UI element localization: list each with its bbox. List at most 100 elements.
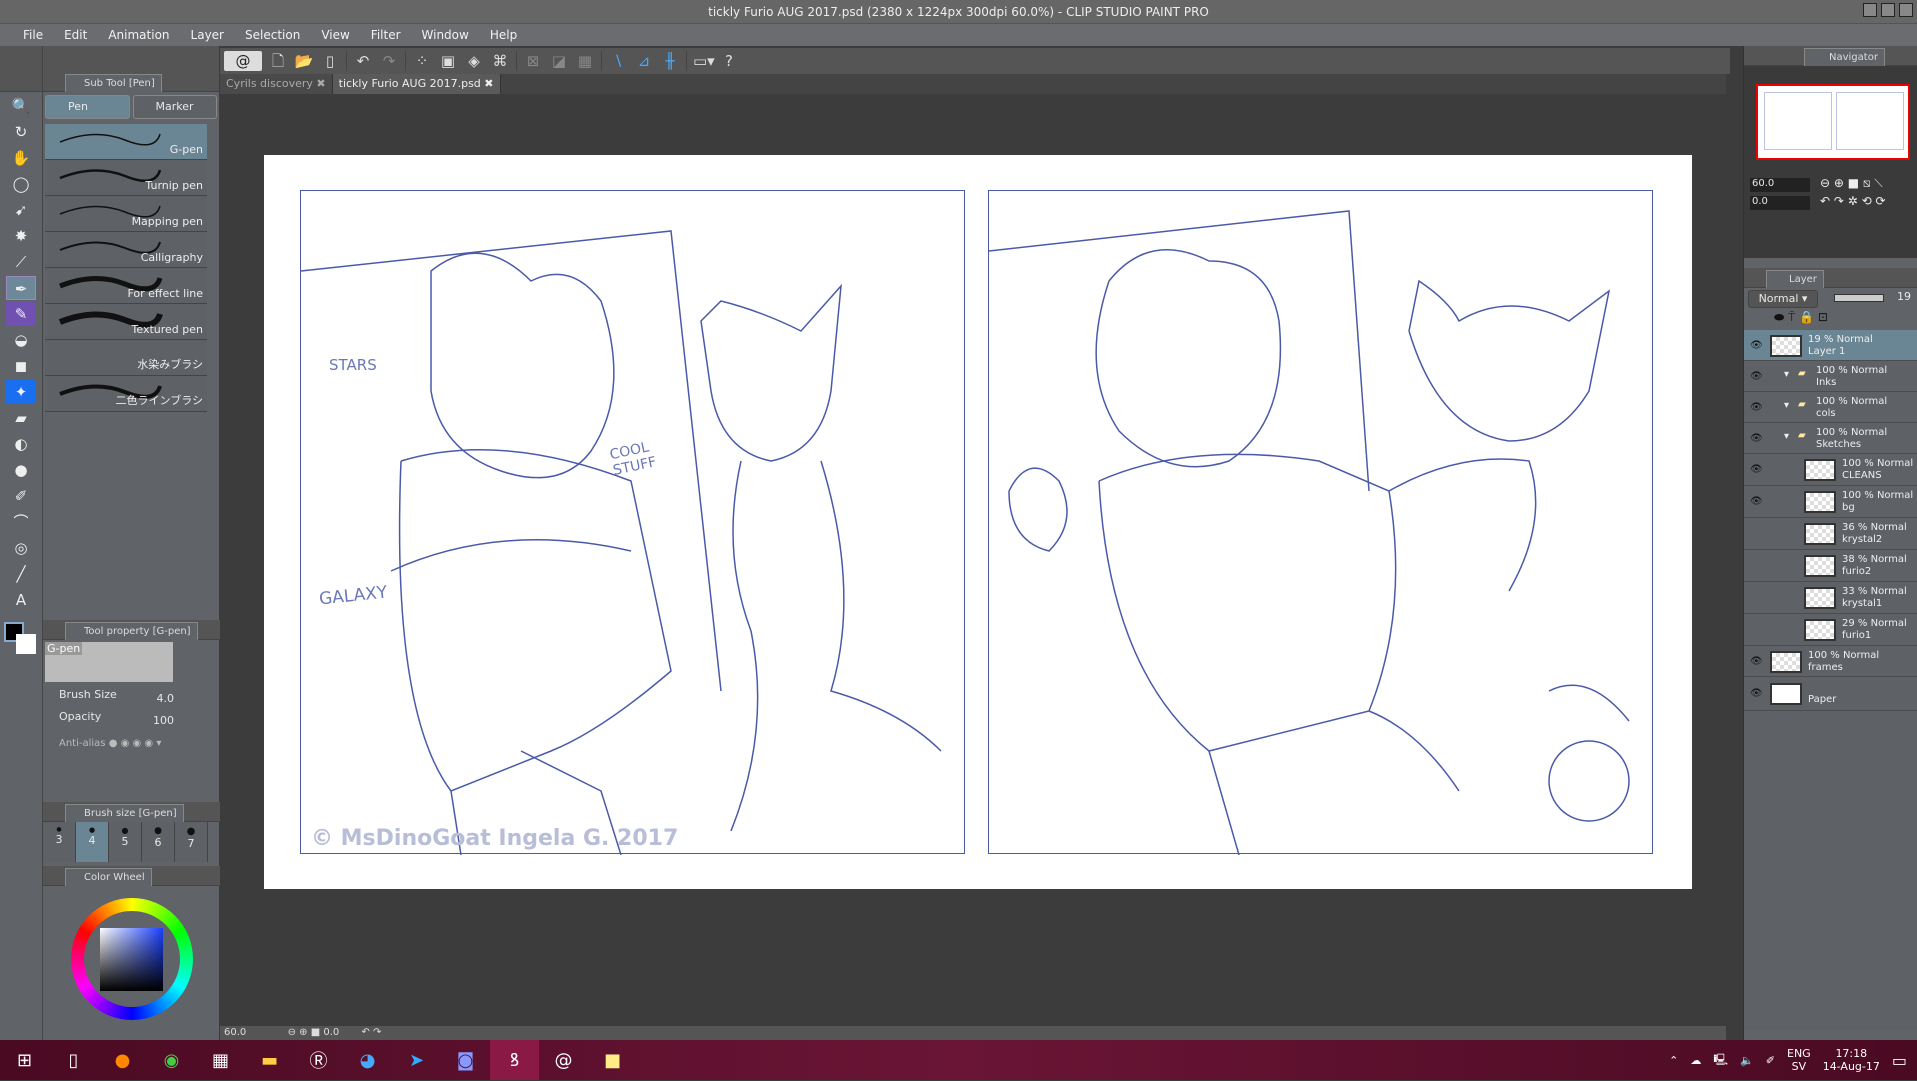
brush-item[interactable]: 二色ラインブラシ	[45, 376, 207, 412]
lasso-tool-icon[interactable]: ◯	[6, 172, 36, 196]
layer-item[interactable]: 38 % Normal furio2	[1744, 550, 1917, 582]
brush-tool-icon[interactable]: ✐	[6, 484, 36, 508]
pencil-tool-icon[interactable]: ✎	[6, 302, 36, 326]
subtool-group-marker[interactable]: Marker	[132, 95, 217, 119]
brush-size-option[interactable]: ● 4	[76, 822, 109, 862]
layer-item[interactable]: 👁 100 % Normal frames	[1744, 646, 1917, 677]
discord-icon[interactable]: ◙	[441, 1040, 490, 1080]
tray-chevron-icon[interactable]: ⌃	[1669, 1054, 1678, 1067]
status-rotate[interactable]: 0.0	[323, 1027, 339, 1038]
subtool-group-pen[interactable]: Pen	[45, 95, 130, 119]
maximize-button[interactable]	[1881, 3, 1895, 17]
brush-size-option[interactable]: ● 7	[175, 822, 208, 862]
action-center-icon[interactable]: ▭	[1892, 1051, 1907, 1070]
navigator-preview[interactable]: 60.0 0.0 ⊖ ⊕ ■ ⧅ ⟍ ↶ ↷ ✲ ⟲ ⟳	[1744, 66, 1917, 258]
display-icon[interactable]: ▭▾	[693, 51, 715, 71]
folder-expand-icon[interactable]: ▾	[1784, 431, 1789, 443]
gradient-icon[interactable]: ◼	[6, 354, 36, 378]
menu-help[interactable]: Help	[481, 28, 529, 42]
sync-app-icon[interactable]: ◕	[343, 1040, 392, 1080]
open-file-icon[interactable]: 📂	[294, 51, 314, 71]
windows-start-icon[interactable]: ⊞	[0, 1040, 49, 1080]
rotate-icons[interactable]: ↶ ↷ ✲ ⟲ ⟳	[1820, 194, 1886, 208]
airbrush-icon[interactable]: ◒	[6, 328, 36, 352]
telegram-icon[interactable]: ➤	[392, 1040, 441, 1080]
layer-opacity-slider[interactable]	[1834, 294, 1884, 302]
save-icon[interactable]: ▯	[320, 51, 340, 71]
menu-view[interactable]: View	[312, 28, 361, 42]
menu-selection[interactable]: Selection	[236, 28, 312, 42]
collapse-left-icon[interactable]	[0, 46, 42, 72]
opacity-value[interactable]: 100	[153, 714, 174, 727]
blend-mode-select[interactable]: Normal ▾	[1748, 290, 1818, 308]
brush-size-option[interactable]: ● 6	[142, 822, 175, 862]
task-view-icon[interactable]: ▯	[49, 1040, 98, 1080]
collapse-subtool-icon[interactable]	[43, 46, 219, 72]
brush-size-value[interactable]: 4.0	[157, 692, 175, 705]
brush-item[interactable]: For effect line	[45, 268, 207, 304]
text-tool-icon[interactable]: A	[6, 588, 36, 612]
chrome-icon[interactable]: ◉	[147, 1040, 196, 1080]
close-button[interactable]	[1899, 3, 1913, 17]
antialias-options[interactable]: ● ◉ ◉ ◉ ▾	[109, 738, 162, 749]
folder-expand-icon[interactable]: ▾	[1784, 400, 1789, 412]
folder-expand-icon[interactable]: ▾	[1784, 369, 1789, 381]
visibility-eye-icon[interactable]: 👁	[1750, 688, 1763, 700]
crop-icon[interactable]: ⊠	[523, 51, 543, 71]
brush-item[interactable]: G-pen	[45, 124, 207, 160]
magic-wand-icon[interactable]: ✸	[6, 224, 36, 248]
navigator-viewport-frame[interactable]	[1756, 84, 1910, 160]
brush-item[interactable]: Calligraphy	[45, 232, 207, 268]
menu-animation[interactable]: Animation	[99, 28, 181, 42]
visibility-eye-icon[interactable]: 👁	[1750, 340, 1763, 352]
calculator-icon[interactable]: ▦	[196, 1040, 245, 1080]
navigator-zoom-slider[interactable]: 60.0	[1750, 178, 1810, 192]
layer-item[interactable]: 👁 100 % Normal CLEANS	[1744, 454, 1917, 486]
layer-item[interactable]: 👁 ▾ ▰ 100 % Normal Inks	[1744, 361, 1917, 392]
visibility-eye-icon[interactable]: 👁	[1750, 496, 1763, 508]
line-tool-icon[interactable]: ╱	[6, 562, 36, 586]
clip-studio-icon[interactable]: @	[539, 1040, 588, 1080]
new-file-icon[interactable]: 🗋	[268, 51, 288, 71]
visibility-eye-icon[interactable]: 👁	[1750, 402, 1763, 414]
transform-icon[interactable]: ⌘	[490, 51, 510, 71]
clip-studio-paint-icon[interactable]: ꝸ	[490, 1040, 539, 1080]
layer-item[interactable]: 36 % Normal krystal2	[1744, 518, 1917, 550]
visibility-eye-icon[interactable]: 👁	[1750, 656, 1763, 668]
pen-tool-icon[interactable]: ✒	[6, 276, 36, 300]
minimize-button[interactable]	[1863, 3, 1877, 17]
layer-item[interactable]: 👁 ▾ ▰ 100 % Normal cols	[1744, 392, 1917, 423]
firefox-icon[interactable]: ●	[98, 1040, 147, 1080]
pen-icon[interactable]: ✐	[1766, 1054, 1775, 1067]
brush-size-option[interactable]: ● 3	[43, 822, 76, 862]
layer-item[interactable]: 👁 100 % Normal bg	[1744, 486, 1917, 518]
status-zoom[interactable]: 60.0	[224, 1027, 246, 1038]
fill-tool-icon[interactable]: ●	[6, 458, 36, 482]
file-explorer-icon[interactable]: ▬	[245, 1040, 294, 1080]
canvas-paper[interactable]: STARS COOL STUFF GALAXY © MsDinoGoat Ing…	[264, 155, 1692, 889]
layer-item[interactable]: 👁 Paper	[1744, 677, 1917, 711]
zoom-out-in-icons[interactable]: ⊖ ⊕ ■ ⧅ ⟍	[1820, 176, 1883, 191]
visibility-eye-icon[interactable]: 👁	[1750, 464, 1763, 476]
tab-cyrils-discovery[interactable]: Cyrils discovery ✖	[220, 74, 333, 94]
redo-icon[interactable]: ↷	[379, 51, 399, 71]
help-icon[interactable]: ?	[719, 51, 739, 71]
rotate-tool-icon[interactable]: ↻	[6, 120, 36, 144]
clear-selection-icon[interactable]: ⁘	[412, 51, 432, 71]
sticky-notes-icon[interactable]: ■	[588, 1040, 637, 1080]
brush-size-option[interactable]: ● 5	[109, 822, 142, 862]
layer-opacity-value[interactable]: 19	[1897, 290, 1911, 303]
app-icon[interactable]: Ⓡ	[294, 1040, 343, 1080]
volume-icon[interactable]: 🔈	[1740, 1054, 1754, 1067]
brush-item[interactable]: Textured pen	[45, 304, 207, 340]
move-tool-icon[interactable]: ✋	[6, 146, 36, 170]
grid-snap-icon[interactable]: ╫	[660, 51, 680, 71]
layer-item[interactable]: 👁 ▾ ▰ 100 % Normal Sketches	[1744, 423, 1917, 454]
select-all-icon[interactable]: ▣	[438, 51, 458, 71]
brush-item[interactable]: Turnip pen	[45, 160, 207, 196]
clock[interactable]: 17:18 14-Aug-17	[1823, 1047, 1880, 1073]
onedrive-icon[interactable]: ☁	[1690, 1054, 1701, 1067]
fill-icon[interactable]: ◈	[464, 51, 484, 71]
menu-layer[interactable]: Layer	[182, 28, 236, 42]
layer-item[interactable]: 👁 19 % Normal Layer 1	[1744, 330, 1917, 361]
